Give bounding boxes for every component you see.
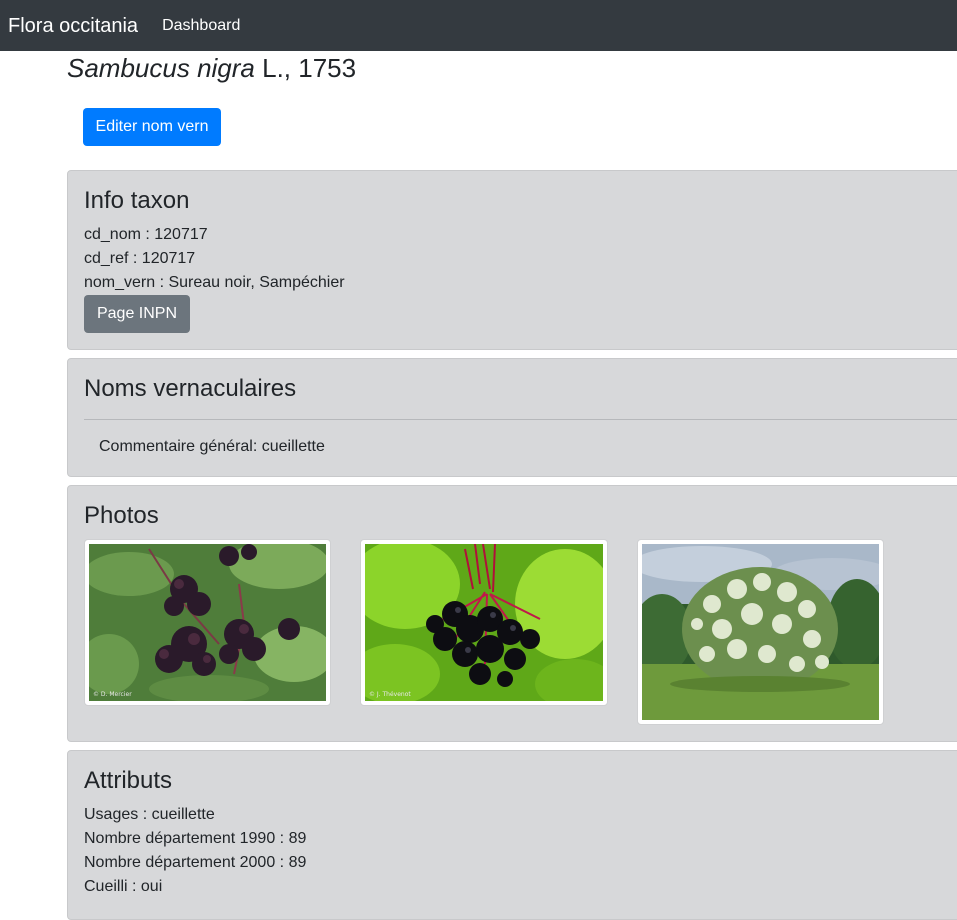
- photos-card: Photos © D. Mercier © J. Thévenot: [67, 485, 957, 742]
- photo-1-image: [89, 544, 326, 701]
- cd-ref-value: cd_ref : 120717: [84, 250, 196, 267]
- cueilli-value: Cueilli : oui: [84, 878, 163, 895]
- nav-link-dashboard[interactable]: Dashboard: [162, 17, 240, 35]
- vernacular-names-card: Noms vernaculaires Commentaire général: …: [67, 358, 957, 477]
- photo-3-image: [642, 544, 879, 720]
- edit-vernacular-name-button[interactable]: Editer nom vern: [83, 108, 221, 146]
- cd-nom-value: cd_nom : 120717: [84, 226, 208, 243]
- photo-1-credit: © D. Mercier: [93, 691, 132, 698]
- page-title: Sambucus nigra L., 1753: [67, 51, 356, 85]
- scientific-name: Sambucus nigra: [67, 53, 255, 83]
- vernacular-names-heading: Noms vernaculaires: [84, 375, 297, 402]
- info-taxon-heading: Info taxon: [84, 187, 190, 214]
- photo-thumbnail-2[interactable]: © J. Thévenot: [361, 540, 607, 705]
- photo-thumbnail-3[interactable]: [638, 540, 883, 724]
- attributes-card: Attributs Usages : cueillette Nombre dép…: [67, 750, 957, 920]
- attributes-heading: Attributs: [84, 767, 173, 794]
- info-taxon-card: Info taxon cd_nom : 120717 cd_ref : 1207…: [67, 170, 957, 350]
- dept-1990-value: Nombre département 1990 : 89: [84, 830, 307, 847]
- brand-link[interactable]: Flora occitania: [8, 16, 138, 36]
- inpn-page-button[interactable]: Page INPN: [84, 295, 190, 333]
- usages-value: Usages : cueillette: [84, 806, 215, 823]
- photo-thumbnail-1[interactable]: © D. Mercier: [85, 540, 330, 705]
- photos-heading: Photos: [84, 502, 159, 529]
- divider: [84, 419, 957, 420]
- general-comment: Commentaire général: cueillette: [99, 438, 325, 455]
- dept-2000-value: Nombre département 2000 : 89: [84, 854, 307, 871]
- top-navbar: Flora occitania Dashboard: [0, 0, 957, 51]
- nom-vern-value: nom_vern : Sureau noir, Sampéchier: [84, 274, 345, 291]
- photo-2-credit: © J. Thévenot: [369, 691, 411, 698]
- photo-2-image: [365, 544, 603, 701]
- taxon-authority: L., 1753: [262, 53, 357, 83]
